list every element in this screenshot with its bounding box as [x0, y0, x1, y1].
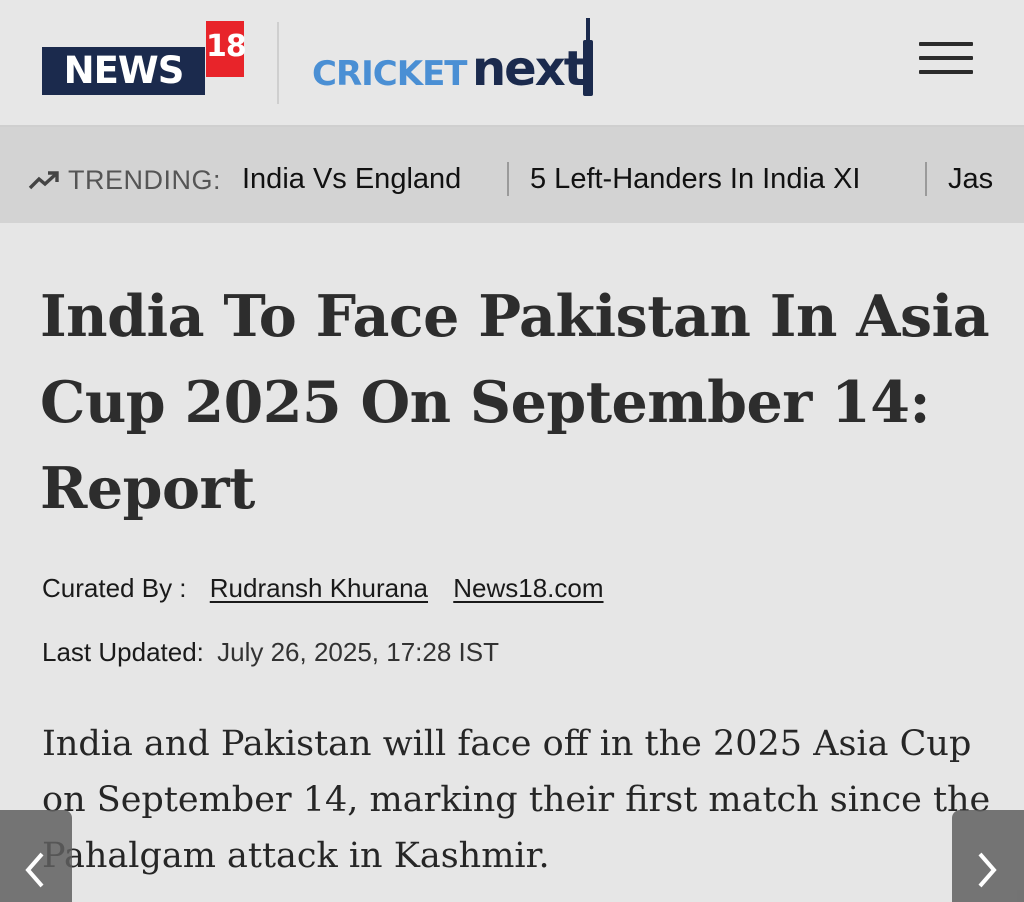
- site-header: NEWS 18 CRICKET next: [0, 0, 1024, 127]
- prev-article-button[interactable]: [0, 810, 72, 902]
- article-lead: India and Pakistan will face off in the …: [42, 724, 991, 876]
- byline: Curated By : Rudransh Khurana News18.com: [42, 570, 604, 606]
- cricketnext-logo-cricket: CRICKET: [312, 54, 467, 94]
- trending-separator: [925, 162, 927, 196]
- trending-separator: [507, 162, 509, 196]
- next-article-button[interactable]: [952, 810, 1024, 902]
- trending-item-left-handers[interactable]: 5 Left-Handers In India XI: [530, 161, 860, 197]
- trending-label: TRENDING:: [68, 165, 221, 195]
- trending-up-icon: [28, 171, 59, 190]
- cricketnext-logo[interactable]: CRICKET next: [312, 18, 602, 102]
- chevron-right-icon: [978, 852, 997, 888]
- trending-item-jas[interactable]: Jas: [948, 161, 993, 197]
- cricketnext-logo-next: next: [472, 41, 587, 97]
- last-updated-label: Last Updated:: [42, 637, 204, 667]
- author-link[interactable]: Rudransh Khurana: [210, 573, 428, 603]
- news18-logo[interactable]: NEWS 18: [42, 21, 247, 95]
- hamburger-menu-icon[interactable]: [919, 42, 973, 82]
- curated-by-label: Curated By :: [42, 573, 187, 603]
- trending-item-india-vs-england[interactable]: India Vs England: [242, 161, 461, 197]
- last-updated: Last Updated: July 26, 2025, 17:28 IST: [42, 634, 499, 670]
- last-updated-value: July 26, 2025, 17:28 IST: [217, 637, 499, 667]
- cricket-bat-icon: [583, 18, 593, 96]
- logo-divider: [277, 22, 279, 104]
- article-headline: India To Face Pakistan In Asia Cup 2025 …: [40, 283, 990, 522]
- news18-logo-text: NEWS: [42, 47, 205, 95]
- chevron-left-icon: [25, 852, 44, 888]
- news18-logo-number: 18: [206, 21, 247, 77]
- source-link[interactable]: News18.com: [453, 573, 603, 603]
